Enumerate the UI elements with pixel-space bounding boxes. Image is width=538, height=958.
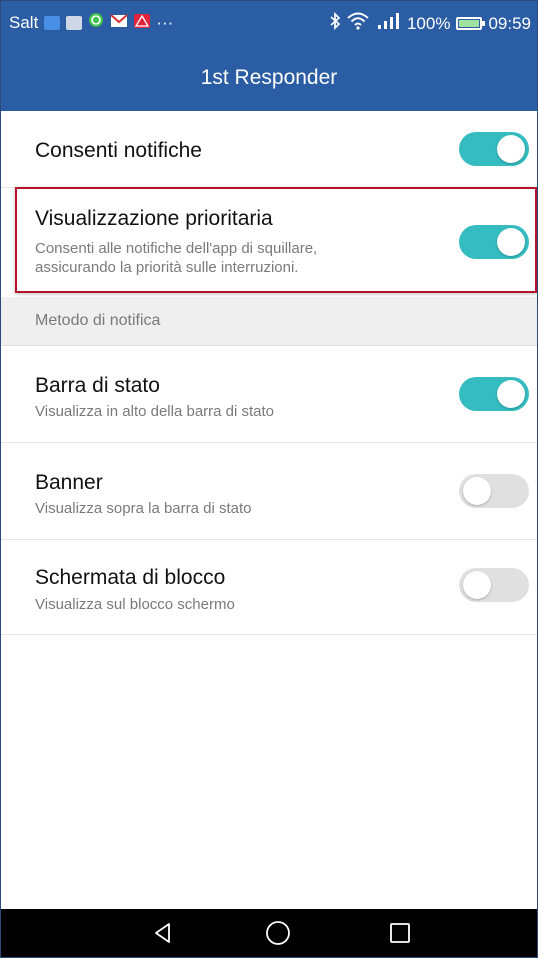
gmail-icon xyxy=(110,13,128,33)
setting-title: Consenti notifiche xyxy=(35,139,202,162)
section-label: Metodo di notifica xyxy=(35,312,161,329)
toggle-knob xyxy=(497,135,525,163)
signal-icon xyxy=(375,12,401,35)
status-right: 100% 09:59 xyxy=(329,11,531,35)
method-row-banner[interactable]: Banner Visualizza sopra la barra di stat… xyxy=(1,443,537,540)
section-header: Metodo di notifica xyxy=(1,297,537,346)
back-button[interactable] xyxy=(133,909,193,957)
method-row-lock-screen[interactable]: Schermata di blocco Visualizza sul blocc… xyxy=(1,540,537,635)
warning-icon xyxy=(134,13,151,33)
bluetooth-icon xyxy=(329,11,341,35)
more-notifications: ··· xyxy=(156,12,174,32)
battery-percent: 100% xyxy=(406,13,451,33)
toggle-knob xyxy=(497,380,525,408)
method-title: Schermata di blocco xyxy=(35,566,226,589)
carrier-label: Salt xyxy=(9,12,39,32)
battery-level xyxy=(459,20,480,27)
toggle-knob xyxy=(463,477,491,505)
status-bar-toggle[interactable] xyxy=(459,377,529,411)
method-row-status-bar[interactable]: Barra di stato Visualizza in alto della … xyxy=(1,346,537,443)
allow-notifications-toggle[interactable] xyxy=(459,132,529,166)
clock: 09:59 xyxy=(488,13,531,33)
recents-button[interactable] xyxy=(370,909,430,957)
status-bar: Salt ··· 100% 09:59 xyxy=(1,1,537,45)
banner-toggle[interactable] xyxy=(459,474,529,508)
method-subtitle: Visualizza sul blocco schermo xyxy=(35,596,235,613)
battery-icon xyxy=(456,17,486,30)
navigation-bar xyxy=(1,909,537,957)
phone-screen: Salt ··· 100% 09:59 1st Responder Consen… xyxy=(0,0,538,958)
method-subtitle: Visualizza sopra la barra di stato xyxy=(35,500,252,517)
lock-screen-toggle[interactable] xyxy=(459,568,529,602)
home-icon xyxy=(266,921,290,945)
method-title: Barra di stato xyxy=(35,374,160,397)
image-icon xyxy=(66,15,83,30)
gallery-icon xyxy=(44,15,61,30)
status-left: Salt ··· xyxy=(9,12,173,33)
app-header: 1st Responder xyxy=(1,45,537,111)
whatsapp-icon xyxy=(88,12,104,33)
recents-icon xyxy=(390,923,410,943)
method-title: Banner xyxy=(35,471,103,494)
page-title: 1st Responder xyxy=(200,66,338,89)
toggle-knob xyxy=(463,571,491,599)
highlight-box xyxy=(15,187,537,293)
setting-row-allow-notifications[interactable]: Consenti notifiche xyxy=(1,111,537,188)
back-icon xyxy=(155,923,170,943)
home-button[interactable] xyxy=(248,909,308,957)
wifi-icon xyxy=(347,12,369,35)
method-subtitle: Visualizza in alto della barra di stato xyxy=(35,403,275,420)
